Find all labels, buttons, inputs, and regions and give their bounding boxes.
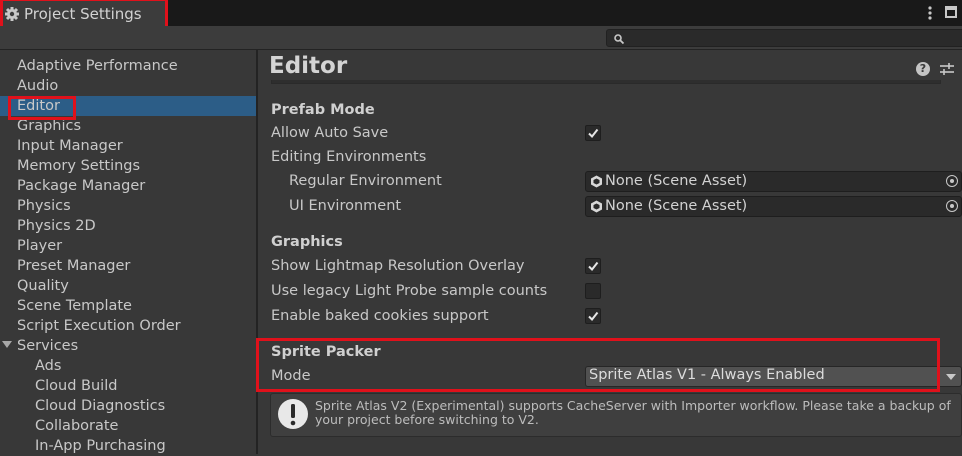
sidebar-item-adaptive-performance[interactable]: Adaptive Performance (17, 56, 178, 76)
baked-cookies-checkbox[interactable] (585, 308, 601, 324)
ui-environment-value: None (Scene Asset) (605, 198, 748, 214)
sidebar-item-audio[interactable]: Audio (17, 76, 58, 96)
legacy-light-probe-checkbox[interactable] (585, 283, 601, 299)
object-picker-icon[interactable] (946, 200, 958, 212)
regular-environment-label: Regular Environment (289, 173, 442, 189)
editing-environments-label: Editing Environments (271, 149, 427, 165)
search-input[interactable] (606, 29, 962, 47)
sidebar-item-memory-settings[interactable]: Memory Settings (17, 156, 140, 176)
sidebar-item-physics-2d[interactable]: Physics 2D (17, 216, 96, 236)
sidebar-item-collaborate[interactable]: Collaborate (35, 416, 118, 436)
sidebar-item-package-manager[interactable]: Package Manager (17, 176, 145, 196)
regular-environment-field[interactable]: None (Scene Asset) (585, 171, 962, 192)
highlight-box-editor (8, 96, 76, 120)
sidebar-item-scene-template[interactable]: Scene Template (17, 296, 132, 316)
unity-scene-icon (591, 175, 602, 188)
allow-auto-save-checkbox[interactable] (585, 125, 601, 141)
sidebar-item-ads[interactable]: Ads (35, 356, 61, 376)
checkmark-icon (588, 128, 599, 139)
sidebar-item-input-manager[interactable]: Input Manager (17, 136, 123, 156)
checkmark-icon (588, 261, 599, 272)
sidebar-divider[interactable] (256, 50, 258, 454)
collapsed-field-edge (271, 80, 941, 84)
page-title: Editor (269, 53, 348, 79)
warning-icon (278, 399, 308, 429)
sidebar-item-in-app-purchasing[interactable]: In-App Purchasing (35, 436, 166, 456)
ui-environment-field[interactable]: None (Scene Asset) (585, 196, 962, 217)
show-lightmap-label: Show Lightmap Resolution Overlay (271, 258, 525, 274)
highlight-box-sprite-packer (256, 338, 940, 392)
expand-arrow-icon[interactable] (2, 341, 12, 348)
dropdown-arrow-icon (946, 374, 956, 380)
section-graphics: Graphics (271, 234, 343, 250)
section-prefab-mode: Prefab Mode (271, 102, 375, 118)
checkmark-icon (588, 311, 599, 322)
preset-icon[interactable] (939, 62, 955, 76)
maximize-icon[interactable] (945, 6, 957, 18)
sidebar-item-preset-manager[interactable]: Preset Manager (17, 256, 130, 276)
object-picker-icon[interactable] (946, 175, 958, 187)
sidebar-item-quality[interactable]: Quality (17, 276, 69, 296)
sidebar-item-services[interactable]: Services (17, 336, 78, 356)
baked-cookies-label: Enable baked cookies support (271, 308, 489, 324)
kebab-menu-icon[interactable] (926, 5, 934, 21)
regular-environment-value: None (Scene Asset) (605, 173, 748, 189)
ui-environment-label: UI Environment (289, 198, 402, 214)
help-icon[interactable]: ? (916, 62, 930, 76)
help-box-text: Sprite Atlas V2 (Experimental) supports … (315, 398, 951, 427)
sidebar-item-cloud-build[interactable]: Cloud Build (35, 376, 117, 396)
legacy-light-probe-label: Use legacy Light Probe sample counts (271, 283, 548, 299)
unity-scene-icon (591, 200, 602, 213)
sidebar-item-player[interactable]: Player (17, 236, 62, 256)
sidebar-item-cloud-diagnostics[interactable]: Cloud Diagnostics (35, 396, 165, 416)
search-icon (614, 34, 625, 45)
sidebar-item-physics[interactable]: Physics (17, 196, 71, 216)
allow-auto-save-label: Allow Auto Save (271, 125, 389, 141)
show-lightmap-checkbox[interactable] (585, 258, 601, 274)
sidebar-item-script-execution-order[interactable]: Script Execution Order (17, 316, 181, 336)
